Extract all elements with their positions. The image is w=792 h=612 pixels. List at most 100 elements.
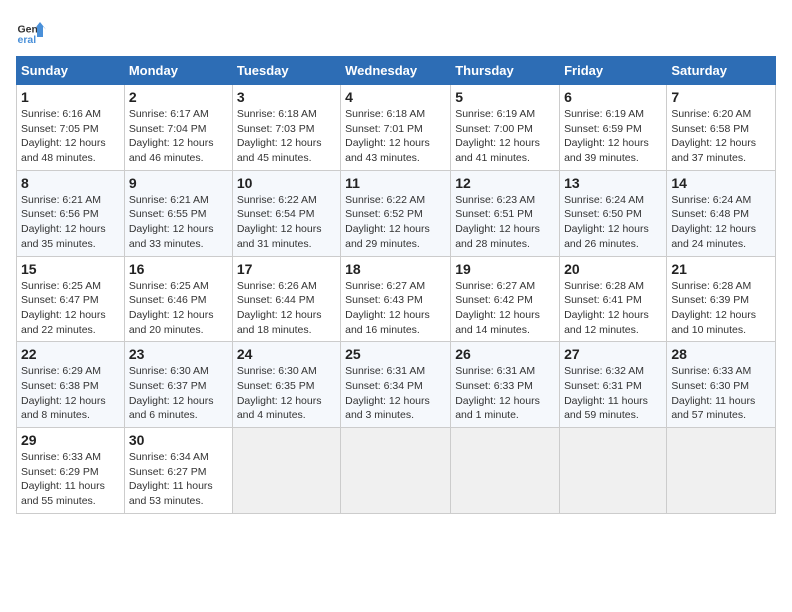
- day-detail: Sunrise: 6:30 AMSunset: 6:37 PMDaylight:…: [129, 365, 214, 421]
- svg-text:eral: eral: [18, 34, 37, 46]
- day-detail: Sunrise: 6:18 AMSunset: 7:01 PMDaylight:…: [345, 108, 430, 164]
- day-number: 7: [671, 89, 771, 105]
- calendar-cell: 29 Sunrise: 6:33 AMSunset: 6:29 PMDaylig…: [17, 428, 125, 514]
- day-number: 1: [21, 89, 120, 105]
- col-header-wednesday: Wednesday: [341, 57, 451, 85]
- calendar-cell: 18 Sunrise: 6:27 AMSunset: 6:43 PMDaylig…: [341, 256, 451, 342]
- calendar-cell: 15 Sunrise: 6:25 AMSunset: 6:47 PMDaylig…: [17, 256, 125, 342]
- calendar-cell: 20 Sunrise: 6:28 AMSunset: 6:41 PMDaylig…: [560, 256, 667, 342]
- day-detail: Sunrise: 6:29 AMSunset: 6:38 PMDaylight:…: [21, 365, 106, 421]
- col-header-friday: Friday: [560, 57, 667, 85]
- day-number: 29: [21, 432, 120, 448]
- day-detail: Sunrise: 6:19 AMSunset: 7:00 PMDaylight:…: [455, 108, 540, 164]
- day-number: 2: [129, 89, 228, 105]
- day-detail: Sunrise: 6:22 AMSunset: 6:54 PMDaylight:…: [237, 194, 322, 250]
- day-number: 6: [564, 89, 662, 105]
- calendar-cell: 10 Sunrise: 6:22 AMSunset: 6:54 PMDaylig…: [232, 170, 340, 256]
- page-header: Gen eral: [16, 16, 776, 46]
- day-detail: Sunrise: 6:20 AMSunset: 6:58 PMDaylight:…: [671, 108, 756, 164]
- calendar-cell: 14 Sunrise: 6:24 AMSunset: 6:48 PMDaylig…: [667, 170, 776, 256]
- calendar-cell: [560, 428, 667, 514]
- calendar-cell: 2 Sunrise: 6:17 AMSunset: 7:04 PMDayligh…: [124, 85, 232, 171]
- day-detail: Sunrise: 6:28 AMSunset: 6:39 PMDaylight:…: [671, 280, 756, 336]
- day-detail: Sunrise: 6:24 AMSunset: 6:50 PMDaylight:…: [564, 194, 649, 250]
- day-number: 11: [345, 175, 446, 191]
- calendar-cell: 24 Sunrise: 6:30 AMSunset: 6:35 PMDaylig…: [232, 342, 340, 428]
- calendar-week-1: 1 Sunrise: 6:16 AMSunset: 7:05 PMDayligh…: [17, 85, 776, 171]
- calendar-cell: 25 Sunrise: 6:31 AMSunset: 6:34 PMDaylig…: [341, 342, 451, 428]
- calendar-week-3: 15 Sunrise: 6:25 AMSunset: 6:47 PMDaylig…: [17, 256, 776, 342]
- day-detail: Sunrise: 6:23 AMSunset: 6:51 PMDaylight:…: [455, 194, 540, 250]
- calendar-week-5: 29 Sunrise: 6:33 AMSunset: 6:29 PMDaylig…: [17, 428, 776, 514]
- day-number: 19: [455, 261, 555, 277]
- calendar-cell: 1 Sunrise: 6:16 AMSunset: 7:05 PMDayligh…: [17, 85, 125, 171]
- calendar-cell: 12 Sunrise: 6:23 AMSunset: 6:51 PMDaylig…: [451, 170, 560, 256]
- col-header-saturday: Saturday: [667, 57, 776, 85]
- calendar-cell: 21 Sunrise: 6:28 AMSunset: 6:39 PMDaylig…: [667, 256, 776, 342]
- calendar-cell: [341, 428, 451, 514]
- day-detail: Sunrise: 6:25 AMSunset: 6:47 PMDaylight:…: [21, 280, 106, 336]
- day-number: 17: [237, 261, 336, 277]
- logo: Gen eral: [16, 16, 50, 46]
- day-detail: Sunrise: 6:21 AMSunset: 6:56 PMDaylight:…: [21, 194, 106, 250]
- day-detail: Sunrise: 6:17 AMSunset: 7:04 PMDaylight:…: [129, 108, 214, 164]
- day-number: 27: [564, 346, 662, 362]
- day-detail: Sunrise: 6:19 AMSunset: 6:59 PMDaylight:…: [564, 108, 649, 164]
- day-detail: Sunrise: 6:31 AMSunset: 6:34 PMDaylight:…: [345, 365, 430, 421]
- day-number: 4: [345, 89, 446, 105]
- day-number: 14: [671, 175, 771, 191]
- day-number: 28: [671, 346, 771, 362]
- calendar-cell: 30 Sunrise: 6:34 AMSunset: 6:27 PMDaylig…: [124, 428, 232, 514]
- calendar-cell: [667, 428, 776, 514]
- calendar-table: SundayMondayTuesdayWednesdayThursdayFrid…: [16, 56, 776, 514]
- calendar-cell: 27 Sunrise: 6:32 AMSunset: 6:31 PMDaylig…: [560, 342, 667, 428]
- calendar-cell: 8 Sunrise: 6:21 AMSunset: 6:56 PMDayligh…: [17, 170, 125, 256]
- calendar-cell: [451, 428, 560, 514]
- day-number: 15: [21, 261, 120, 277]
- col-header-thursday: Thursday: [451, 57, 560, 85]
- day-detail: Sunrise: 6:27 AMSunset: 6:43 PMDaylight:…: [345, 280, 430, 336]
- day-number: 10: [237, 175, 336, 191]
- col-header-sunday: Sunday: [17, 57, 125, 85]
- day-number: 5: [455, 89, 555, 105]
- calendar-cell: 4 Sunrise: 6:18 AMSunset: 7:01 PMDayligh…: [341, 85, 451, 171]
- col-header-monday: Monday: [124, 57, 232, 85]
- day-detail: Sunrise: 6:33 AMSunset: 6:30 PMDaylight:…: [671, 365, 755, 421]
- logo-icon: Gen eral: [16, 16, 46, 46]
- calendar-cell: 7 Sunrise: 6:20 AMSunset: 6:58 PMDayligh…: [667, 85, 776, 171]
- day-detail: Sunrise: 6:28 AMSunset: 6:41 PMDaylight:…: [564, 280, 649, 336]
- day-number: 9: [129, 175, 228, 191]
- day-detail: Sunrise: 6:16 AMSunset: 7:05 PMDaylight:…: [21, 108, 106, 164]
- calendar-cell: [232, 428, 340, 514]
- day-number: 23: [129, 346, 228, 362]
- day-number: 3: [237, 89, 336, 105]
- day-number: 20: [564, 261, 662, 277]
- day-detail: Sunrise: 6:22 AMSunset: 6:52 PMDaylight:…: [345, 194, 430, 250]
- calendar-week-4: 22 Sunrise: 6:29 AMSunset: 6:38 PMDaylig…: [17, 342, 776, 428]
- calendar-cell: 11 Sunrise: 6:22 AMSunset: 6:52 PMDaylig…: [341, 170, 451, 256]
- day-number: 30: [129, 432, 228, 448]
- day-detail: Sunrise: 6:33 AMSunset: 6:29 PMDaylight:…: [21, 451, 105, 507]
- day-number: 8: [21, 175, 120, 191]
- day-detail: Sunrise: 6:25 AMSunset: 6:46 PMDaylight:…: [129, 280, 214, 336]
- day-detail: Sunrise: 6:32 AMSunset: 6:31 PMDaylight:…: [564, 365, 648, 421]
- calendar-cell: 13 Sunrise: 6:24 AMSunset: 6:50 PMDaylig…: [560, 170, 667, 256]
- day-number: 18: [345, 261, 446, 277]
- calendar-cell: 17 Sunrise: 6:26 AMSunset: 6:44 PMDaylig…: [232, 256, 340, 342]
- day-number: 24: [237, 346, 336, 362]
- col-header-tuesday: Tuesday: [232, 57, 340, 85]
- day-number: 21: [671, 261, 771, 277]
- day-number: 26: [455, 346, 555, 362]
- day-detail: Sunrise: 6:26 AMSunset: 6:44 PMDaylight:…: [237, 280, 322, 336]
- calendar-cell: 9 Sunrise: 6:21 AMSunset: 6:55 PMDayligh…: [124, 170, 232, 256]
- calendar-cell: 26 Sunrise: 6:31 AMSunset: 6:33 PMDaylig…: [451, 342, 560, 428]
- day-number: 12: [455, 175, 555, 191]
- day-detail: Sunrise: 6:27 AMSunset: 6:42 PMDaylight:…: [455, 280, 540, 336]
- day-detail: Sunrise: 6:30 AMSunset: 6:35 PMDaylight:…: [237, 365, 322, 421]
- calendar-cell: 5 Sunrise: 6:19 AMSunset: 7:00 PMDayligh…: [451, 85, 560, 171]
- calendar-cell: 3 Sunrise: 6:18 AMSunset: 7:03 PMDayligh…: [232, 85, 340, 171]
- day-detail: Sunrise: 6:24 AMSunset: 6:48 PMDaylight:…: [671, 194, 756, 250]
- day-detail: Sunrise: 6:31 AMSunset: 6:33 PMDaylight:…: [455, 365, 540, 421]
- calendar-cell: 23 Sunrise: 6:30 AMSunset: 6:37 PMDaylig…: [124, 342, 232, 428]
- calendar-cell: 6 Sunrise: 6:19 AMSunset: 6:59 PMDayligh…: [560, 85, 667, 171]
